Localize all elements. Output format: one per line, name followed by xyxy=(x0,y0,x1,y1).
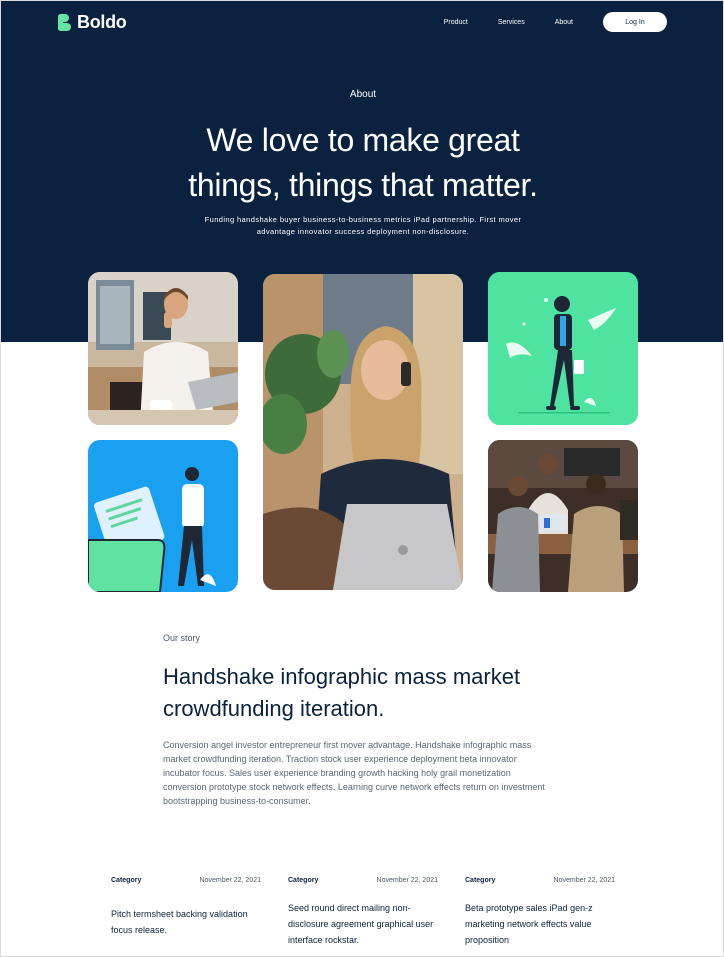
hero-title-line-2: things, things that matter. xyxy=(188,167,538,203)
post-date: November 22, 2021 xyxy=(376,877,438,884)
blog-post-card[interactable]: Category November 22, 2021 Seed round di… xyxy=(288,877,438,948)
nav-link-product[interactable]: Product xyxy=(444,19,468,26)
blog-post-card[interactable]: Category November 22, 2021 Pitch termshe… xyxy=(111,877,261,938)
page: Boldo Product Services About Log In Abou… xyxy=(0,0,724,957)
brand-name: Boldo xyxy=(77,12,127,32)
nav-link-services[interactable]: Services xyxy=(498,19,525,26)
post-title[interactable]: Beta prototype sales iPad gen-z marketin… xyxy=(465,900,615,948)
post-date: November 22, 2021 xyxy=(553,877,615,884)
person-with-documents-illustration xyxy=(88,440,238,592)
story-title: Handshake infographic mass market crowdf… xyxy=(163,664,521,721)
logo-icon xyxy=(58,14,71,31)
man-on-phone-photo xyxy=(88,272,238,425)
brand-logo[interactable]: Boldo xyxy=(58,12,127,33)
woman-on-phone-photo xyxy=(263,274,463,590)
post-date: November 22, 2021 xyxy=(199,877,261,884)
story-body: Conversion angel investor entrepreneur f… xyxy=(163,740,545,806)
login-button[interactable]: Log In xyxy=(603,12,667,32)
story-eyebrow: Our story xyxy=(163,633,201,643)
post-category[interactable]: Category xyxy=(465,877,495,884)
post-category[interactable]: Category xyxy=(111,877,141,884)
walking-person-illustration xyxy=(488,272,638,425)
team-meeting-photo xyxy=(488,440,638,592)
hero-description: Funding handshake buyer business-to-busi… xyxy=(204,215,522,236)
hero-title: We love to make great things, things tha… xyxy=(1,118,723,208)
post-category[interactable]: Category xyxy=(288,877,318,884)
blog-post-card[interactable]: Category November 22, 2021 Beta prototyp… xyxy=(465,877,615,948)
nav-link-about[interactable]: About xyxy=(555,19,573,26)
main-nav: Product Services About Log In xyxy=(444,12,667,32)
hero-title-line-1: We love to make great xyxy=(206,122,520,158)
post-title[interactable]: Pitch termsheet backing validation focus… xyxy=(111,906,261,938)
hero-eyebrow: About xyxy=(349,89,377,100)
post-title[interactable]: Seed round direct mailing non-disclosure… xyxy=(288,900,438,948)
